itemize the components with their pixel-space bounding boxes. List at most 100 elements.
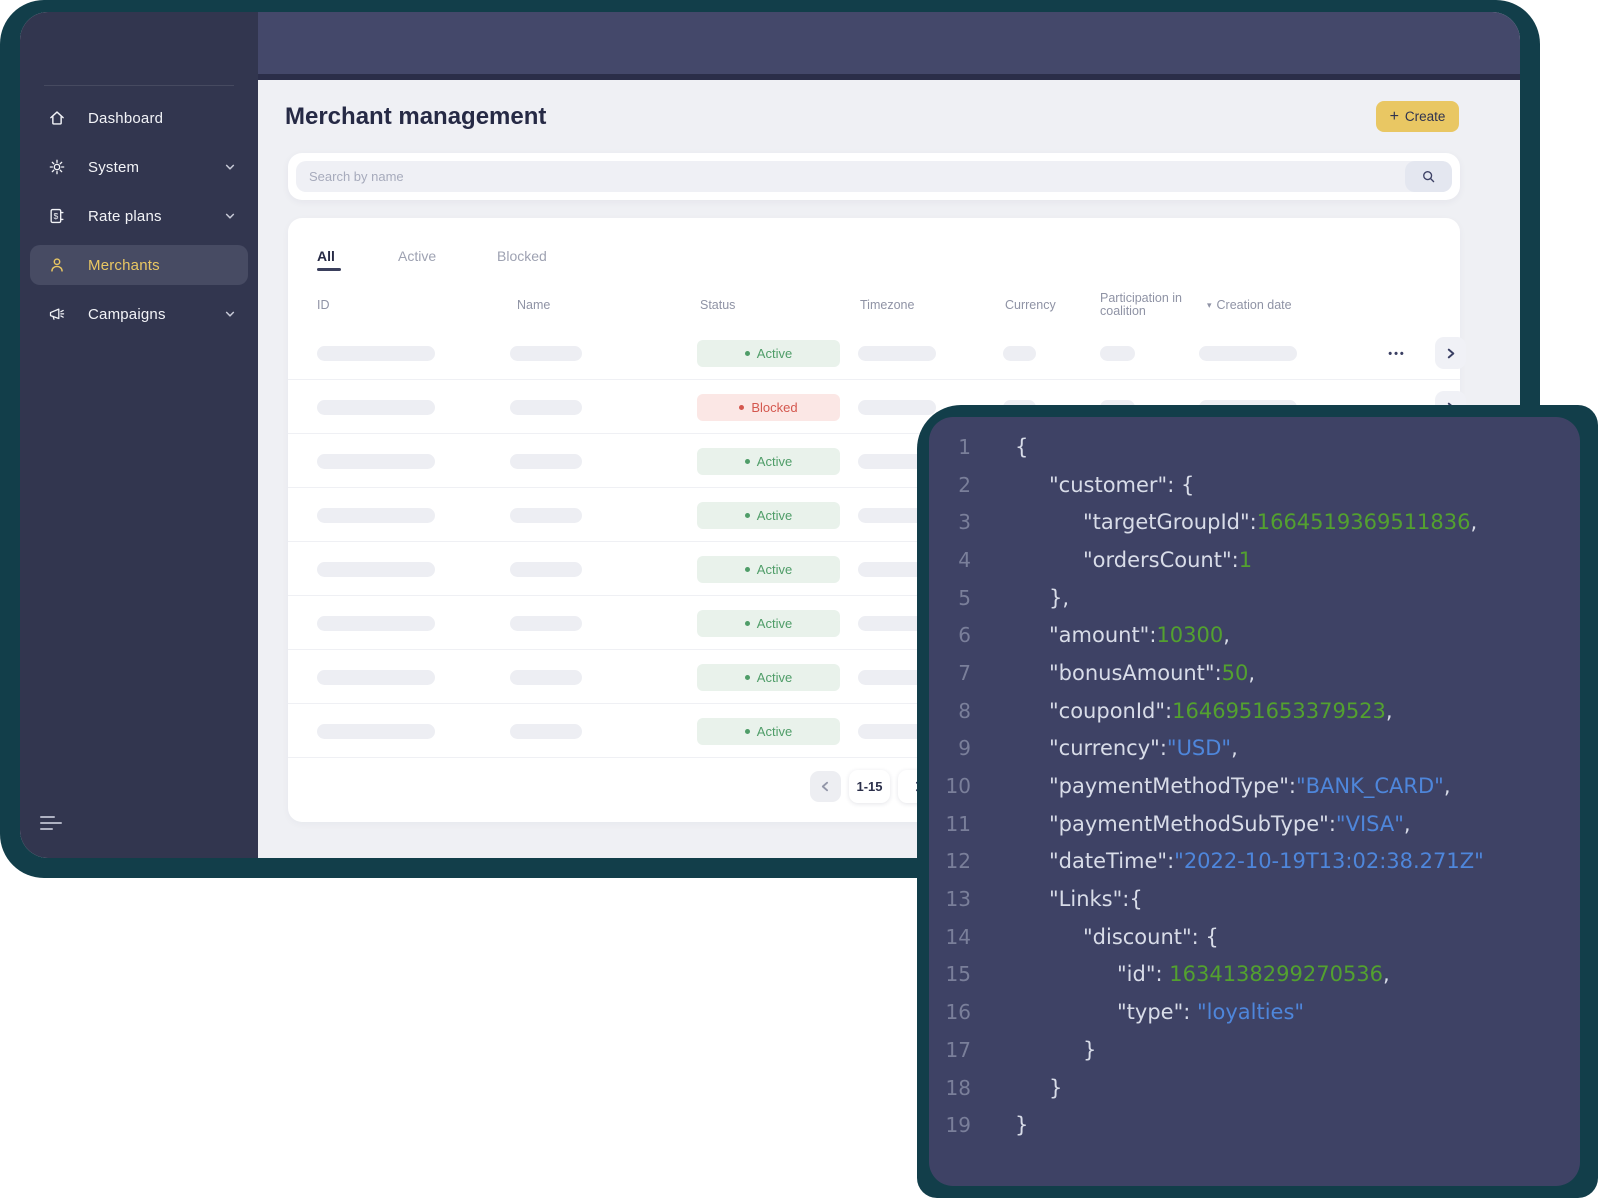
status-badge-label: Active [756,454,793,469]
code-line: 8 "couponId":1646951653379523, [943,692,1580,730]
skeleton-timezone [858,400,936,415]
table-row: Active ••• [288,326,1466,380]
skeleton-id [317,400,435,415]
active-tab-underline [317,268,341,271]
code-line: 13 "Links":{ [943,880,1580,918]
code-line-content: { [1015,434,1029,459]
sidebar-item-label: Merchants [88,256,160,274]
column-header-creation-date-label: Creation date [1216,298,1292,312]
topbar [258,12,1520,80]
status-badge: Active [697,718,840,745]
code-line: 10 "paymentMethodType":"BANK_CARD", [943,767,1580,805]
line-number: 9 [958,736,971,761]
sidebar-nav: Dashboard System $ Rate plans Merchants Campa… [30,98,248,334]
sidebar-item-label: System [88,158,140,176]
sidebar-item-rate-plans[interactable]: $ Rate plans [30,196,248,236]
line-number: 8 [958,698,971,723]
skeleton-name [510,724,582,739]
line-number: 19 [945,1113,971,1138]
collapse-sidebar-button[interactable] [40,816,62,830]
line-number: 10 [945,774,971,799]
code-line: 12 "dateTime":"2022-10-19T13:02:38.271Z" [943,843,1580,881]
plus-icon: + [1389,107,1399,125]
tab-active[interactable]: Active [398,244,436,268]
status-badge: Active [697,610,840,637]
column-header-creation-date[interactable]: ▾ Creation date [1207,286,1292,324]
code-line-content: "bonusAmount":50, [1049,660,1256,685]
create-button-label: Create [1404,109,1446,124]
status-badge: Blocked [697,394,840,421]
code-line-content: } [1083,1037,1097,1062]
code-line: 15 "id": 1634138299270536, [943,956,1580,994]
line-number: 7 [958,660,971,685]
skeleton-name [510,400,582,415]
code-line-content: "id": 1634138299270536, [1117,962,1390,987]
status-dot-icon [744,729,750,734]
skeleton-name [510,670,582,685]
column-header-name: Name [517,298,551,312]
sort-caret-icon: ▾ [1207,299,1212,310]
previous-page-button[interactable] [810,771,841,802]
code-line-content: } [1049,1075,1063,1100]
row-expand-button[interactable] [1435,337,1466,369]
logo-area [20,12,258,85]
line-number: 12 [945,849,971,874]
search-input[interactable] [296,161,1452,192]
skeleton-name [510,346,582,361]
skeleton-name [510,616,582,631]
code-line: 16 "type": "loyalties" [943,993,1580,1031]
skeleton-currency [1003,346,1036,361]
code-line-content: "type": "loyalties" [1117,1000,1305,1025]
sidebar-item-label: Campaigns [88,305,166,323]
sidebar: Dashboard System $ Rate plans Merchants Campa… [20,12,258,858]
column-header-status: Status [700,298,736,312]
sidebar-item-label: Dashboard [88,109,164,127]
row-actions-menu-button[interactable]: ••• [1373,340,1421,367]
line-number: 1 [958,434,971,459]
status-badge: Active [697,448,840,475]
page-title: Merchant management [285,103,547,130]
skeleton-id [317,346,435,361]
code-line-content: "customer": { [1049,472,1195,497]
code-line-content: }, [1049,585,1070,610]
code-line-content: "targetGroupId":1664519369511836, [1083,510,1478,535]
sidebar-item-dashboard[interactable]: Dashboard [30,98,248,138]
status-dot-icon [744,351,750,356]
create-button[interactable]: + Create [1376,101,1459,132]
svg-text:$: $ [54,211,59,221]
line-number: 16 [945,1000,971,1025]
code-line: 18} [943,1069,1580,1107]
skeleton-name [510,454,582,469]
code-line-content: "paymentMethodType":"BANK_CARD", [1049,774,1451,799]
status-badge: Active [697,340,840,367]
status-badge-label: Active [756,616,793,631]
search-button[interactable] [1405,161,1452,192]
status-badge: Active [697,556,840,583]
column-header-id: ID [317,298,330,312]
chevron-down-icon [224,161,236,173]
sidebar-item-system[interactable]: System [30,147,248,187]
code-line-content: "amount":10300, [1049,623,1230,648]
tab-all[interactable]: All [317,244,335,268]
code-line: 3 "targetGroupId":1664519369511836, [943,503,1580,541]
skeleton-id [317,454,435,469]
line-number: 14 [945,924,971,949]
column-header-participation: Participation in coalition [1100,291,1182,318]
line-number: 11 [945,811,971,836]
skeleton-id [317,508,435,523]
code-line-content: "discount": { [1083,924,1219,949]
skeleton-id [317,562,435,577]
sidebar-item-merchants[interactable]: Merchants [30,245,248,285]
sidebar-divider [44,85,234,86]
screenshot-stage: Dashboard System $ Rate plans Merchants Campa… [0,0,1598,1198]
tab-blocked[interactable]: Blocked [497,244,547,268]
chevron-down-icon [224,308,236,320]
sidebar-item-campaigns[interactable]: Campaigns [30,294,248,334]
status-badge-label: Active [756,562,793,577]
person-icon [48,256,66,274]
megaphone-icon [48,305,66,323]
line-number: 5 [958,585,971,610]
chevron-down-icon [224,210,236,222]
status-badge: Active [697,664,840,691]
status-dot-icon [744,513,750,518]
